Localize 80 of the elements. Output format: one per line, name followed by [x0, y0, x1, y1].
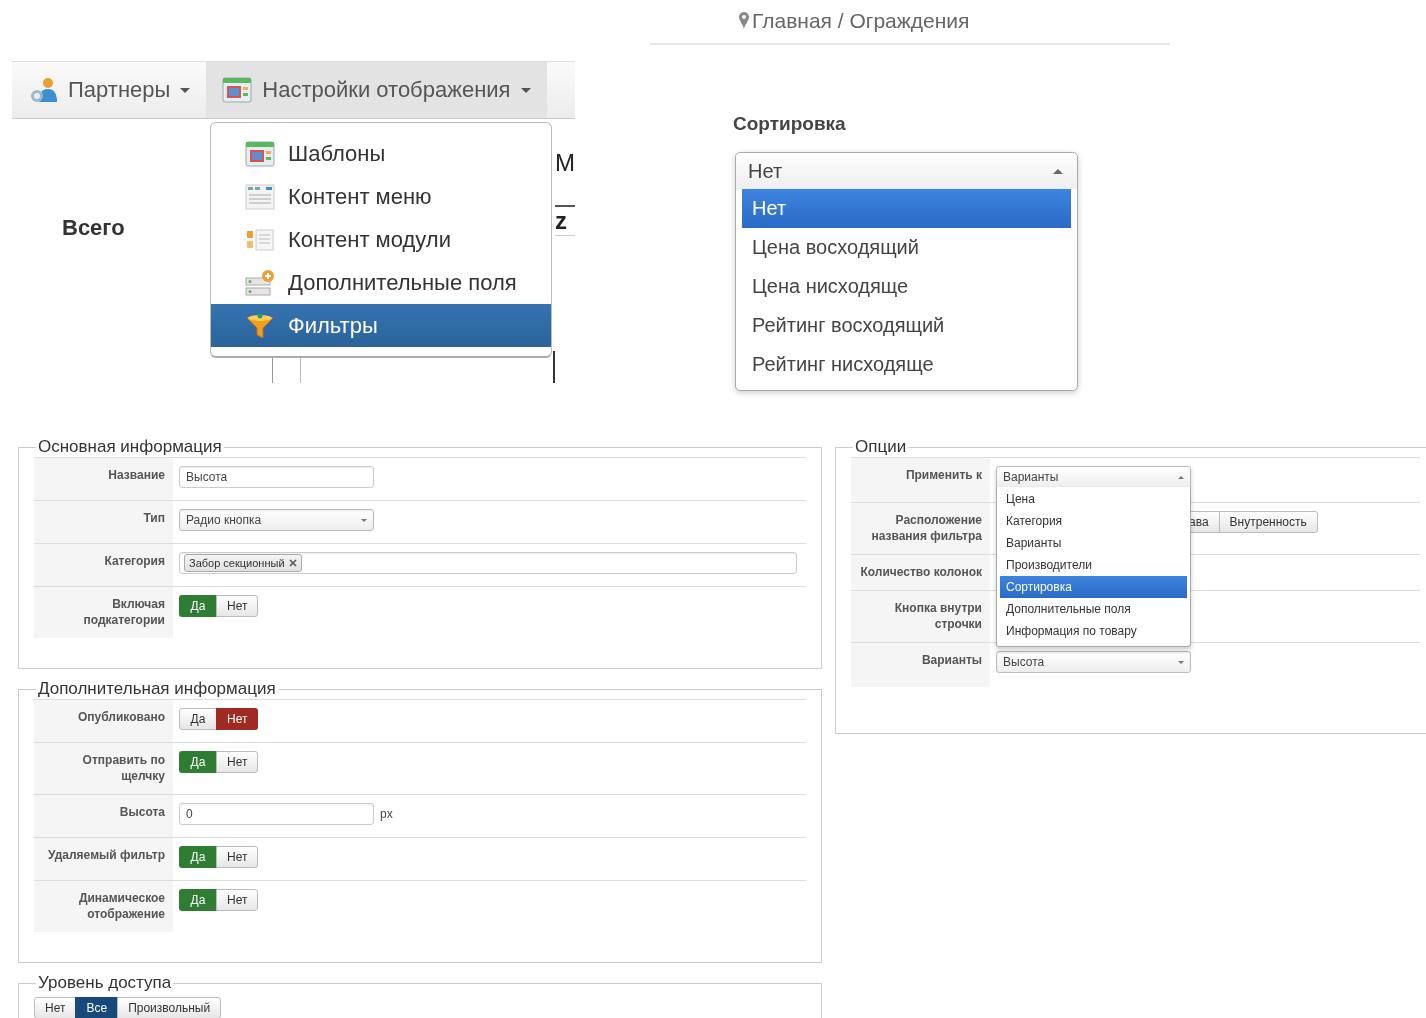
- field-label: Опубликовано: [34, 700, 173, 742]
- select-field[interactable]: Варианты: [996, 466, 1191, 488]
- unit-label: px: [380, 807, 393, 821]
- dropdown-option[interactable]: Варианты: [1000, 532, 1187, 554]
- field-label: Сортировка: [733, 113, 846, 135]
- toggle-option[interactable]: Нет: [216, 846, 259, 868]
- caret-icon: [1053, 168, 1063, 174]
- dropdown-option[interactable]: Сортировка: [1000, 576, 1187, 598]
- stacked-bars-icon: [245, 268, 275, 297]
- dropdown-option[interactable]: Цена восходящий: [742, 228, 1071, 267]
- nav-menu-button[interactable]: Настройки отображения: [206, 62, 547, 118]
- dropdown-option[interactable]: Цена: [1000, 488, 1187, 510]
- field-label: Категория: [34, 544, 173, 586]
- toggle-option[interactable]: Да: [179, 889, 217, 911]
- field-label: Кнопка внутри строчки: [851, 591, 990, 642]
- users-icon: [28, 76, 58, 104]
- field-label: Динамическое отображение: [34, 881, 173, 932]
- field-label: Удаляемый фильтр: [34, 838, 173, 880]
- toggle-option[interactable]: Все: [75, 997, 119, 1018]
- toggle-option[interactable]: Да: [179, 708, 217, 730]
- text-field[interactable]: 0: [179, 803, 374, 825]
- window-icon: [222, 77, 253, 103]
- dropdown-option[interactable]: Цена нисходяще: [742, 267, 1071, 306]
- nav-menu-button[interactable]: Партнеры: [12, 62, 207, 118]
- dropdown-option[interactable]: Производители: [1000, 554, 1187, 576]
- toggle-option[interactable]: Нет: [216, 595, 259, 617]
- section-title: Уровень доступа: [37, 973, 173, 993]
- funnel-icon: [245, 311, 275, 340]
- menu-item[interactable]: Дополнительные поля: [211, 261, 551, 304]
- cut-off-text: z: [555, 205, 575, 236]
- toggle-option[interactable]: Нет: [34, 997, 77, 1018]
- tag-input[interactable]: Забор секционный: [179, 552, 797, 574]
- field-label: Отправить по щелчку: [34, 743, 173, 794]
- dropdown-option[interactable]: Рейтинг нисходяще: [742, 345, 1071, 384]
- caret-icon: [1178, 475, 1184, 479]
- toggle-option[interactable]: Произвольный: [117, 997, 222, 1018]
- section-title: Опции: [854, 437, 908, 457]
- dropdown-option[interactable]: Рейтинг восходящий: [742, 306, 1071, 345]
- field-label: Название: [34, 458, 173, 500]
- list-icon: [245, 183, 275, 210]
- close-icon: [288, 559, 297, 567]
- select-field[interactable]: Радио кнопка: [179, 509, 374, 531]
- toggle-option[interactable]: Нет: [216, 889, 259, 911]
- toggle-option[interactable]: Да: [179, 846, 217, 868]
- total-label: Всего: [62, 215, 125, 241]
- dropdown-option[interactable]: Категория: [1000, 510, 1187, 532]
- field-label: Применить к: [851, 458, 990, 502]
- field-label: Включая подкатегории: [34, 587, 173, 638]
- toggle-option[interactable]: Нет: [216, 708, 259, 730]
- tag-label: Забор секционный: [189, 557, 285, 569]
- field-label: Тип: [34, 501, 173, 543]
- window-icon: [245, 140, 275, 167]
- dropdown-option[interactable]: Дополнительные поля: [1000, 598, 1187, 620]
- select-field[interactable]: Высота: [996, 651, 1191, 673]
- field-label: Варианты: [851, 643, 990, 687]
- field-label: Расположение названия фильтра: [851, 503, 990, 554]
- section-title: Дополнительная информация: [37, 679, 277, 699]
- dropdown-option[interactable]: Нет: [742, 189, 1071, 228]
- caret-icon: [180, 87, 191, 93]
- dropdown-option[interactable]: Информация по товару: [1000, 620, 1187, 642]
- toggle-option[interactable]: Да: [179, 751, 217, 773]
- menu-item[interactable]: Контент меню: [211, 175, 551, 218]
- caret-icon: [1178, 660, 1184, 664]
- toggle-option[interactable]: Нет: [216, 751, 259, 773]
- menu-item[interactable]: Фильтры: [211, 304, 551, 347]
- text-field[interactable]: Высота: [179, 466, 374, 488]
- menu-item[interactable]: Контент модули: [211, 218, 551, 261]
- cut-off-text: М: [555, 149, 575, 177]
- select-field[interactable]: Нет: [736, 153, 1077, 189]
- option-button[interactable]: Внутренность: [1218, 511, 1318, 533]
- toggle-option[interactable]: Да: [179, 595, 217, 617]
- menu-item[interactable]: Шаблоны: [211, 132, 551, 175]
- caret-icon: [361, 518, 367, 522]
- field-label: Высота: [34, 795, 173, 837]
- location-pin-icon: [738, 11, 750, 31]
- layout-icon: [245, 226, 275, 253]
- section-title: Основная информация: [37, 437, 223, 457]
- breadcrumb: Главная / Ограждения: [752, 9, 970, 33]
- caret-icon: [520, 87, 531, 93]
- field-label: Количество колонок: [851, 555, 990, 590]
